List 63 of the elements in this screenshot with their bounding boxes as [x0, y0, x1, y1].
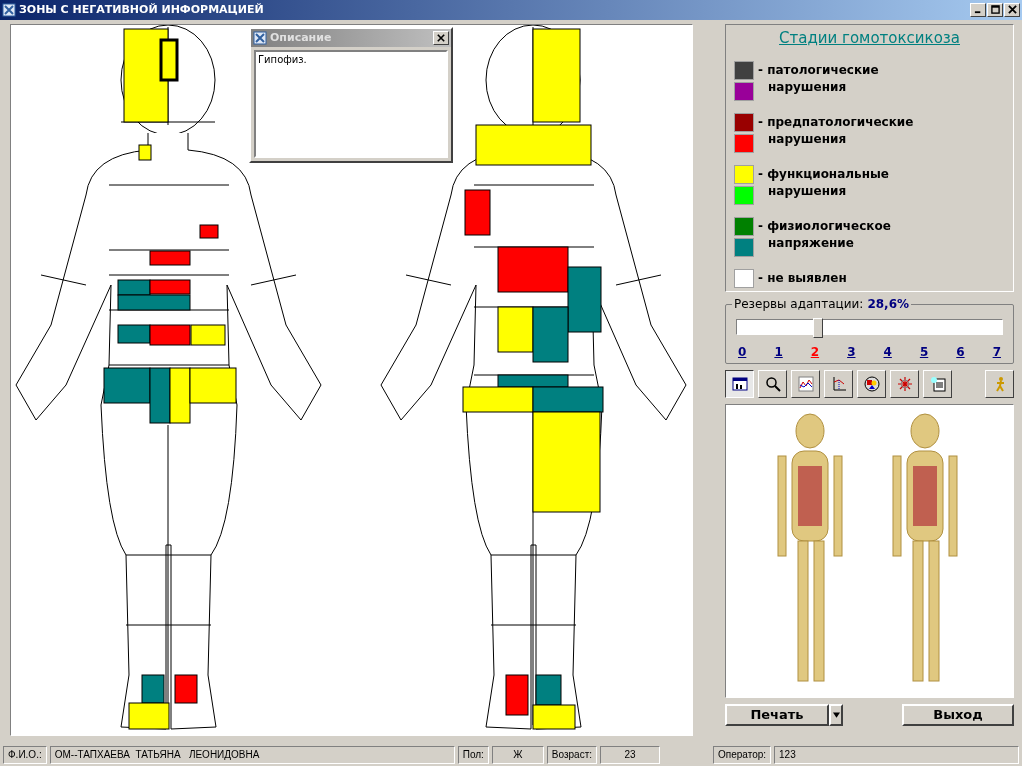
search-icon	[764, 375, 781, 392]
adaptation-value: 28,6%	[867, 296, 909, 311]
window-title: ЗОНЫ С НЕГАТИВНОЙ ИНФОРМАЦИЕЙ	[19, 3, 265, 17]
maximize-icon	[990, 5, 1000, 15]
popup-title: Описание	[270, 31, 333, 45]
app-icon	[253, 30, 267, 45]
scale-link[interactable]: 5	[919, 344, 929, 359]
legend-label: напряжение	[767, 234, 855, 252]
status-label: Пол:	[457, 746, 489, 765]
body-zone[interactable]	[169, 367, 191, 424]
legend-label: нарушения	[767, 78, 848, 96]
legend-label: нарушения	[767, 182, 848, 200]
print-button[interactable]: Печать	[725, 703, 829, 726]
body-zone[interactable]	[123, 28, 169, 123]
legend-label: - функциональные	[758, 165, 889, 183]
line-chart-icon	[797, 375, 814, 392]
close-icon	[1007, 5, 1017, 15]
scale-link[interactable]: 7	[992, 344, 1001, 359]
close-button[interactable]	[1004, 2, 1020, 17]
legend-title: Стадии гомотоксикоза	[778, 28, 961, 47]
dropdown-button[interactable]	[829, 703, 843, 726]
exit-button[interactable]: Выход	[902, 703, 1014, 726]
body-zone[interactable]	[532, 411, 601, 513]
circle-shapes-icon	[863, 375, 880, 392]
status-label: Ф.И.О.:	[3, 746, 47, 765]
body-zone[interactable]	[462, 386, 534, 413]
status-value: 123	[774, 746, 1019, 765]
scale-link[interactable]: 6	[956, 344, 965, 359]
graph-axes-icon	[830, 375, 847, 392]
status-value: Ж	[491, 746, 544, 765]
status-value: ОМ--ТАПХАЕВА ТАТЬЯНА ЛЕОНИДОВНА	[49, 746, 455, 765]
legend-label: - патологические	[758, 61, 879, 79]
body-zone[interactable]	[128, 702, 170, 730]
body-zone[interactable]	[532, 28, 581, 123]
legend-label: - не выявлен	[758, 269, 847, 287]
status-label: Возраст:	[546, 746, 598, 765]
app-icon	[2, 2, 16, 17]
minimize-button[interactable]	[970, 2, 986, 17]
body-zone[interactable]	[189, 367, 237, 404]
description-text: Гипофиз.	[254, 49, 448, 158]
body-zone[interactable]	[532, 704, 576, 730]
scale-link[interactable]: 3	[847, 344, 856, 359]
asterisk-icon	[896, 375, 913, 392]
scale-link[interactable]: 0	[738, 344, 747, 359]
legend-label: - предпатологические	[758, 113, 914, 131]
status-value: 23	[600, 746, 661, 765]
table-icon	[731, 375, 748, 392]
adaptation-label: Резервы адаптации:	[734, 296, 864, 311]
scale-link[interactable]: 1	[774, 344, 783, 359]
scale-link[interactable]: 4	[883, 344, 892, 359]
legend-label: нарушения	[767, 130, 848, 148]
caret-icon	[832, 710, 840, 719]
legend-label: - физиологическое	[758, 217, 891, 235]
slider-thumb[interactable]	[812, 317, 823, 338]
toolbar-button[interactable]	[725, 369, 754, 398]
body-zone[interactable]	[190, 324, 226, 346]
body-zone[interactable]	[138, 144, 152, 161]
body-zone[interactable]	[159, 38, 179, 82]
body-zone[interactable]	[497, 306, 534, 353]
close-button[interactable]	[433, 30, 449, 45]
maximize-button[interactable]	[987, 2, 1003, 17]
status-label: Оператор:	[713, 746, 772, 765]
close-icon	[437, 33, 445, 42]
